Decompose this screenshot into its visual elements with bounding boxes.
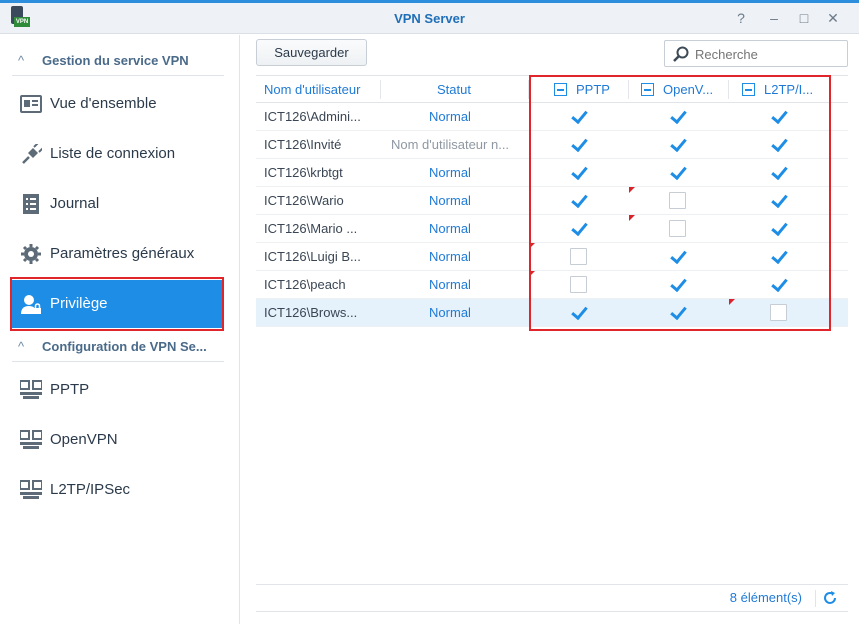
chevron-up-icon: ^ bbox=[18, 53, 25, 68]
main-content: Sauvegarder Nom d'utilisateur Statut PPT… bbox=[241, 35, 859, 624]
network-icon bbox=[20, 480, 42, 499]
username-cell: ICT126\Invité bbox=[264, 137, 342, 152]
section-header-service[interactable]: ^ Gestion du service VPN bbox=[12, 46, 224, 76]
table-footer: 8 élément(s) bbox=[256, 584, 848, 612]
save-button[interactable]: Sauvegarder bbox=[256, 39, 367, 66]
status-cell: Normal bbox=[429, 165, 471, 180]
section-header-config[interactable]: ^ Configuration de VPN Se... bbox=[12, 332, 224, 362]
column-header-status[interactable]: Statut bbox=[380, 76, 528, 103]
sidebar-item-l2tp[interactable]: L2TP/IPSec bbox=[12, 466, 222, 514]
sidebar-item-connection-list[interactable]: Liste de connexion bbox=[12, 130, 222, 178]
chevron-up-icon: ^ bbox=[18, 339, 25, 354]
close-icon[interactable]: ✕ bbox=[824, 9, 842, 27]
sidebar-item-pptp[interactable]: PPTP bbox=[12, 366, 222, 414]
overview-icon bbox=[20, 95, 42, 113]
item-count: 8 élément(s) bbox=[729, 590, 802, 605]
window-title: VPN Server bbox=[394, 11, 465, 26]
log-icon bbox=[23, 194, 39, 214]
sidebar-item-overview[interactable]: Vue d'ensemble bbox=[12, 80, 222, 128]
status-cell: Normal bbox=[429, 305, 471, 320]
column-header-username[interactable]: Nom d'utilisateur bbox=[264, 76, 384, 103]
status-cell: Normal bbox=[429, 277, 471, 292]
sidebar-item-general-settings[interactable]: Paramètres généraux bbox=[12, 230, 222, 278]
gear-icon bbox=[21, 244, 41, 264]
username-cell: ICT126\krbtgt bbox=[264, 165, 343, 180]
status-cell: Normal bbox=[429, 221, 471, 236]
sidebar-item-journal[interactable]: Journal bbox=[12, 180, 222, 228]
status-cell: Nom d'utilisateur n... bbox=[390, 137, 510, 152]
status-cell: Normal bbox=[429, 193, 471, 208]
status-cell: Normal bbox=[429, 249, 471, 264]
username-cell: ICT126\peach bbox=[264, 277, 346, 292]
username-cell: ICT126\Wario bbox=[264, 193, 344, 208]
protocol-highlight-box bbox=[529, 75, 831, 331]
minimize-icon[interactable]: – bbox=[765, 9, 783, 27]
network-icon bbox=[20, 430, 42, 449]
refresh-icon[interactable] bbox=[822, 590, 838, 606]
plug-icon bbox=[22, 144, 42, 164]
sidebar: ^ Gestion du service VPN Vue d'ensemble L… bbox=[0, 35, 240, 624]
username-cell: ICT126\Luigi B... bbox=[264, 249, 361, 264]
vpn-server-window: VPN VPN Server ? – □ ✕ ^ Gestion du servi… bbox=[0, 0, 859, 624]
status-cell: Normal bbox=[429, 109, 471, 124]
username-cell: ICT126\Admini... bbox=[264, 109, 361, 124]
title-bar: VPN VPN Server ? – □ ✕ bbox=[0, 3, 859, 34]
maximize-icon[interactable]: □ bbox=[795, 9, 813, 27]
search-input[interactable] bbox=[695, 45, 843, 63]
search-box[interactable] bbox=[664, 40, 848, 67]
username-cell: ICT126\Brows... bbox=[264, 305, 358, 320]
network-icon bbox=[20, 380, 42, 399]
username-cell: ICT126\Mario ... bbox=[264, 221, 358, 236]
help-icon[interactable]: ? bbox=[732, 9, 750, 27]
search-icon bbox=[673, 46, 689, 62]
privilege-highlight-box bbox=[10, 277, 224, 331]
sidebar-item-openvpn[interactable]: OpenVPN bbox=[12, 416, 222, 464]
